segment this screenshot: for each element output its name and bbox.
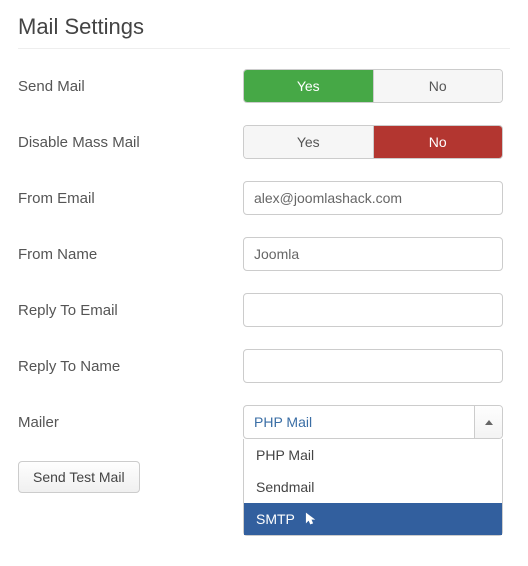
reply-to-name-label: Reply To Name — [18, 358, 243, 375]
reply-to-email-label: Reply To Email — [18, 302, 243, 319]
mailer-option-smtp-label: SMTP — [256, 511, 295, 527]
send-mail-toggle[interactable]: Yes No — [243, 69, 503, 103]
cursor-icon — [303, 512, 317, 526]
field-from-name: From Name — [18, 237, 510, 271]
mailer-select[interactable]: PHP Mail — [243, 405, 503, 439]
from-name-label: From Name — [18, 246, 243, 263]
mailer-option-php-mail[interactable]: PHP Mail — [244, 439, 502, 471]
divider — [18, 48, 510, 49]
disable-mass-mail-label: Disable Mass Mail — [18, 134, 243, 151]
mailer-option-sendmail[interactable]: Sendmail — [244, 471, 502, 503]
field-reply-to-email: Reply To Email — [18, 293, 510, 327]
from-name-input[interactable] — [243, 237, 503, 271]
disable-mass-mail-yes[interactable]: Yes — [244, 126, 373, 158]
send-mail-yes[interactable]: Yes — [244, 70, 373, 102]
reply-to-name-input[interactable] — [243, 349, 503, 383]
field-from-email: From Email — [18, 181, 510, 215]
disable-mass-mail-no[interactable]: No — [373, 126, 503, 158]
from-email-input[interactable] — [243, 181, 503, 215]
mailer-selected-value: PHP Mail — [244, 406, 474, 438]
disable-mass-mail-toggle[interactable]: Yes No — [243, 125, 503, 159]
send-mail-no[interactable]: No — [373, 70, 503, 102]
field-mailer: Mailer PHP Mail PHP Mail Sendmail SMTP — [18, 405, 510, 439]
page-title: Mail Settings — [18, 14, 510, 40]
mailer-option-smtp[interactable]: SMTP — [244, 503, 502, 535]
send-mail-label: Send Mail — [18, 78, 243, 95]
send-test-mail-button[interactable]: Send Test Mail — [18, 461, 140, 493]
from-email-label: From Email — [18, 190, 243, 207]
reply-to-email-input[interactable] — [243, 293, 503, 327]
mailer-dropdown[interactable]: PHP Mail Sendmail SMTP — [243, 439, 503, 536]
caret-up-icon — [485, 420, 493, 425]
field-reply-to-name: Reply To Name — [18, 349, 510, 383]
field-send-mail: Send Mail Yes No — [18, 69, 510, 103]
mailer-dropdown-toggle[interactable] — [474, 406, 502, 438]
mailer-label: Mailer — [18, 414, 243, 431]
field-disable-mass-mail: Disable Mass Mail Yes No — [18, 125, 510, 159]
